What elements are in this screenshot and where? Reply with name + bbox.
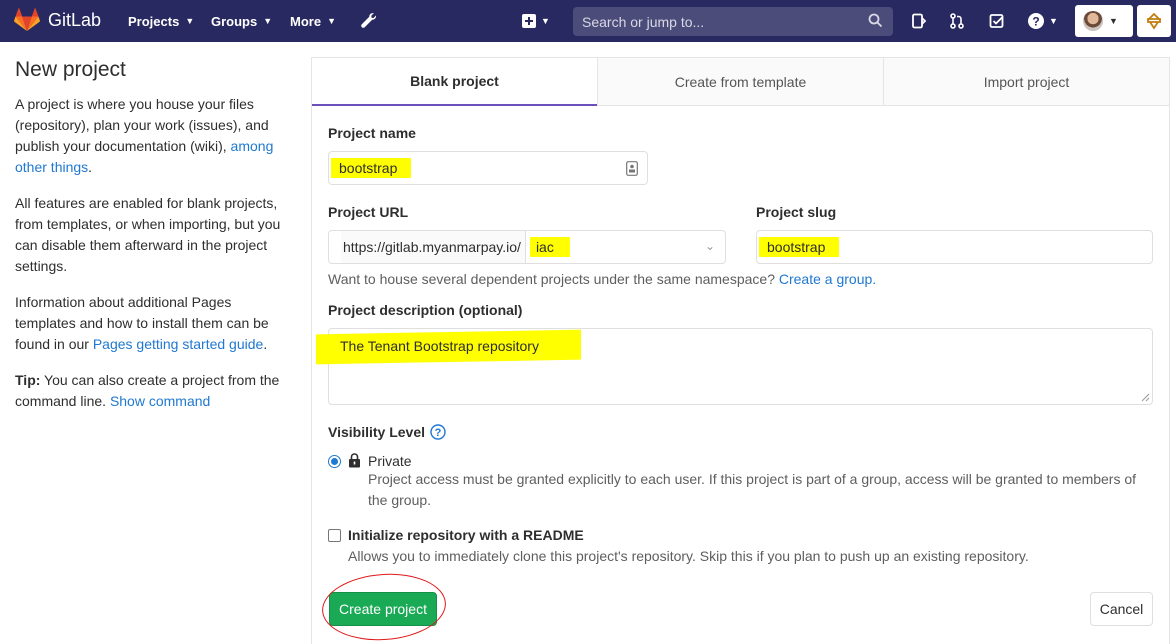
search-icon <box>868 13 883 28</box>
tab-import-project[interactable]: Import project <box>883 58 1169 106</box>
plus-square-icon <box>522 14 537 28</box>
chevron-down-icon: ▼ <box>1049 16 1058 26</box>
namespace-select[interactable]: iac ⌄ <box>526 231 725 263</box>
namespace-help-text: Want to house several dependent projects… <box>328 271 876 287</box>
top-navbar: GitLab Projects ▼ Groups ▼ More ▼ ▼ Sear… <box>0 0 1176 42</box>
tip-label: Tip: <box>15 372 41 388</box>
user-menu[interactable]: ▼ <box>1075 5 1133 37</box>
nav-groups-label: Groups <box>211 13 258 29</box>
create-group-link[interactable]: Create a group. <box>779 271 876 287</box>
description-label: Project description (optional) <box>328 302 523 318</box>
svg-text:?: ? <box>1032 15 1039 29</box>
project-url-label: Project URL <box>328 204 409 220</box>
readme-help: Allows you to immediately clone this pro… <box>348 548 1029 564</box>
pages-paragraph: Information about additional Pages templ… <box>15 292 287 355</box>
chevron-down-icon: ▼ <box>263 16 273 26</box>
brand-name: GitLab <box>48 9 102 30</box>
todo-check-icon[interactable] <box>986 0 1008 42</box>
nav-more-label: More <box>290 13 322 29</box>
visibility-private-help: Project access must be granted explicitl… <box>368 471 1137 508</box>
avatar <box>1083 11 1103 31</box>
nav-more[interactable]: More ▼ <box>290 0 336 42</box>
features-paragraph: All features are enabled for blank proje… <box>15 195 281 274</box>
lock-icon <box>349 453 360 468</box>
help-question-icon[interactable]: ? <box>430 424 446 440</box>
resize-handle-icon <box>1141 393 1150 402</box>
project-name-input[interactable]: bootstrap <box>328 151 648 185</box>
svg-text:?: ? <box>435 427 442 439</box>
nav-projects-label: Projects <box>128 13 180 29</box>
chevron-down-icon: ▼ <box>327 16 336 26</box>
intro-end: . <box>88 159 93 175</box>
visibility-level-text: Visibility Level <box>328 424 426 440</box>
project-url-group: https://gitlab.myanmarpay.io/ iac ⌄ <box>328 230 726 264</box>
project-name-value: bootstrap <box>331 158 412 178</box>
readme-label: Initialize repository with a README <box>348 527 584 543</box>
project-tabs: Blank project Create from template Impor… <box>312 58 1169 106</box>
visibility-private-label: Private <box>368 453 412 469</box>
tip-paragraph: Tip: You can also create a project from … <box>15 370 287 412</box>
sidebar: New project A project is where you house… <box>15 56 287 427</box>
tanuki-outline-icon <box>1146 12 1162 30</box>
project-slug-value: bootstrap <box>759 237 840 257</box>
pages-end: . <box>263 336 268 352</box>
description-value: The Tenant Bootstrap repository <box>340 338 539 354</box>
visibility-level-label: Visibility Level ? <box>328 424 446 440</box>
chevron-down-icon: ▼ <box>541 16 550 26</box>
search-input[interactable]: Search or jump to... <box>573 7 893 36</box>
namespace-help: Want to house several dependent projects… <box>328 271 779 287</box>
namespace-value: iac <box>529 237 570 257</box>
new-item-dropdown[interactable]: ▼ <box>519 0 553 42</box>
help-dropdown[interactable]: ? ▼ <box>1024 0 1062 42</box>
page-title: New project <box>15 58 126 81</box>
project-name-label: Project name <box>328 125 416 141</box>
help-question-icon: ? <box>1028 13 1045 29</box>
chevron-down-icon: ▼ <box>185 16 195 26</box>
readme-checkbox[interactable] <box>328 529 341 542</box>
password-manager-icon <box>626 161 638 176</box>
search-placeholder: Search or jump to... <box>582 13 705 30</box>
tab-blank-project[interactable]: Blank project <box>312 58 597 106</box>
merge-request-icon[interactable] <box>946 0 968 42</box>
nav-groups[interactable]: Groups ▼ <box>211 0 272 42</box>
chevron-down-icon: ▼ <box>1109 16 1118 26</box>
url-prefix: https://gitlab.myanmarpay.io/ <box>341 231 526 263</box>
visibility-private-radio[interactable] <box>328 455 341 468</box>
cancel-button[interactable]: Cancel <box>1090 592 1153 626</box>
chevron-down-icon: ⌄ <box>704 239 715 253</box>
performance-bar-toggle[interactable] <box>1137 5 1171 37</box>
issues-icon[interactable] <box>908 0 930 42</box>
project-slug-label: Project slug <box>756 204 837 220</box>
project-slug-input[interactable]: bootstrap <box>756 230 1153 264</box>
intro-paragraph: A project is where you house your files … <box>15 94 287 178</box>
show-command-link[interactable]: Show command <box>110 393 210 409</box>
tab-create-from-template[interactable]: Create from template <box>597 58 883 106</box>
pages-guide-link[interactable]: Pages getting started guide <box>93 336 263 352</box>
admin-wrench-icon[interactable] <box>358 0 380 42</box>
gitlab-logo[interactable]: GitLab <box>14 8 101 32</box>
gitlab-tanuki-icon <box>14 8 40 31</box>
create-project-button[interactable]: Create project <box>329 592 437 626</box>
nav-projects[interactable]: Projects ▼ <box>128 0 194 42</box>
